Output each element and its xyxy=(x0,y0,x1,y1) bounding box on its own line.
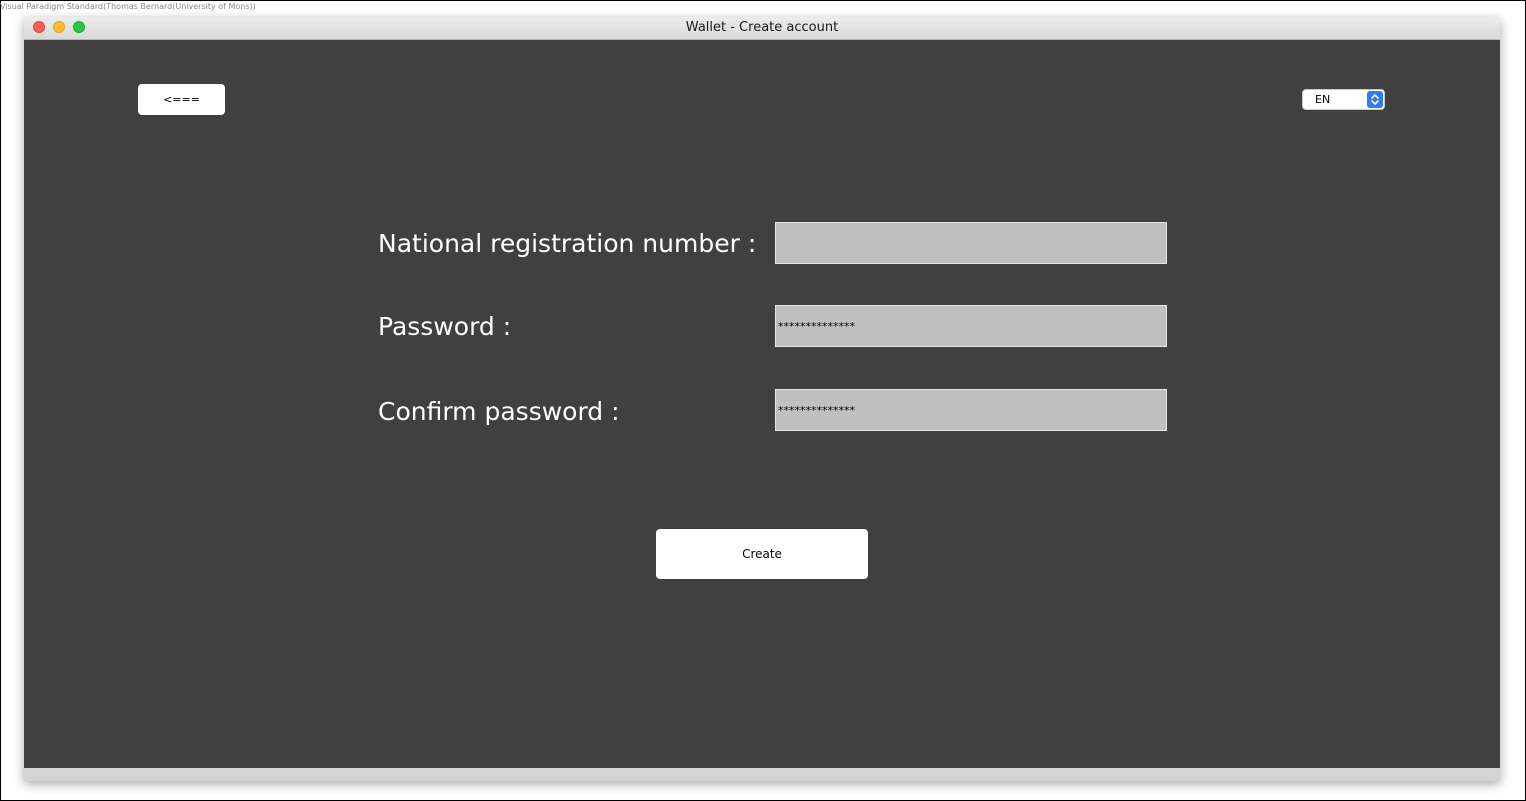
back-button-label: <=== xyxy=(163,93,200,106)
window-title: Wallet - Create account xyxy=(685,20,839,35)
language-select[interactable]: EN xyxy=(1302,89,1385,110)
password-label: Password : xyxy=(378,312,512,341)
national-number-label: National registration number : xyxy=(378,229,757,258)
back-button[interactable]: <=== xyxy=(138,84,225,115)
title-bar[interactable]: Wallet - Create account xyxy=(24,17,1500,40)
watermark-text: Visual Paradigm Standard(Thomas Bernard(… xyxy=(0,2,256,11)
minimize-window-button[interactable] xyxy=(53,21,65,33)
confirm-password-input[interactable] xyxy=(775,389,1167,431)
app-window: Wallet - Create account <=== EN National… xyxy=(24,17,1500,781)
create-button-label: Create xyxy=(742,547,782,561)
close-window-button[interactable] xyxy=(33,21,45,33)
confirm-password-label: Confirm password : xyxy=(378,397,620,426)
chevron-up-down-icon xyxy=(1367,91,1383,108)
create-button[interactable]: Create xyxy=(656,529,868,579)
national-number-input[interactable] xyxy=(775,222,1167,264)
zoom-window-button[interactable] xyxy=(73,21,85,33)
content-panel: <=== EN National registration number : P… xyxy=(24,40,1500,768)
password-input[interactable] xyxy=(775,305,1167,347)
language-select-value: EN xyxy=(1315,93,1331,106)
